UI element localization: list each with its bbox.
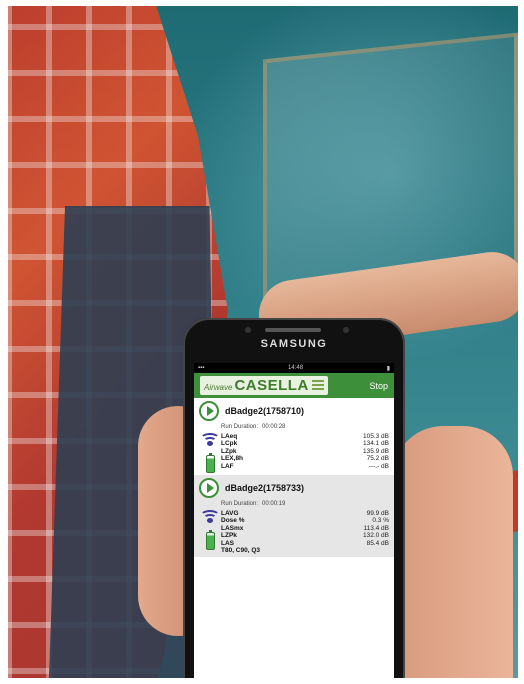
stop-button[interactable]: Stop [369,381,388,391]
metric-key: LAVG [221,510,239,517]
smartphone: SAMSUNG ▪▪▪ 14:48 ▮ Airwave CASELLA Stop [183,318,405,678]
device-card[interactable]: dBadge2(1758710) Run Duration: 00:00:28 L… [194,398,394,475]
metric-value: 0.3 % [372,517,389,525]
metric-list: LAeq 105.3 dB LCpk 134.1 dB LZpk 135.9 dB L… [221,433,389,473]
metric-row: LAeq 105.3 dB [221,433,389,440]
play-icon[interactable] [199,401,219,421]
run-duration-value: 00:00:28 [262,424,286,430]
wireless-signal-icon [200,510,220,528]
casella-logo: Airwave CASELLA [200,376,328,395]
right-hand [393,426,513,678]
device-name: dBadge2(1758733) [225,483,305,493]
metric-key: Dose % [221,517,245,525]
metric-row: Dose % 0.3 % [221,517,389,524]
run-duration: Run Duration: 00:00:28 [221,424,389,430]
status-bar: ▪▪▪ 14:48 ▮ [194,363,394,373]
battery-status-icon: ▮ [386,365,390,372]
metric-key: LEX,8h [221,455,244,463]
metric-row: LCpk 134.1 dB [221,440,389,447]
metric-list: LAVG 99.9 dB Dose % 0.3 % LASmx 113.4 dB LZ… [221,510,389,555]
run-duration-label: Run Duration: [221,501,259,507]
phone-screen: ▪▪▪ 14:48 ▮ Airwave CASELLA Stop dBadge2… [194,363,394,678]
metric-row: LAVG 99.9 dB [221,510,389,517]
metric-value: 132.0 dB [362,532,389,540]
metric-key: LCpk [221,440,238,448]
battery-icon [205,453,215,473]
metric-key: LASmx [221,524,244,532]
metric-key: LZpk [221,447,237,455]
metric-value: 99.9 dB [366,510,389,517]
metric-row: LAF ---.- dB [221,463,389,470]
run-duration-value: 00:00:19 [262,501,286,507]
sensor-icon [343,327,349,333]
metric-key: LZPk [221,532,237,540]
logo-bars-icon [311,380,324,390]
metric-key: LAeq [221,433,238,440]
metric-value: 134.1 dB [362,440,389,448]
run-duration-label: Run Duration: [221,424,259,430]
app-header: Airwave CASELLA Stop [194,373,394,398]
logo-name: CASELLA [234,377,309,394]
metric-value: 75.2 dB [366,455,389,463]
device-card[interactable]: dBadge2(1758733) Run Duration: 00:00:19 L… [194,475,394,557]
metric-value: 85.4 dB [366,539,389,547]
metric-key: LAF [221,462,234,470]
background-photo: SAMSUNG ▪▪▪ 14:48 ▮ Airwave CASELLA Stop [8,6,518,678]
wireless-signal-icon [200,433,220,451]
camera-icon [245,327,251,333]
metric-value: 105.3 dB [362,433,389,440]
metric-value: 113.4 dB [363,524,389,532]
metric-row: LASmx 113.4 dB [221,525,389,532]
metric-row: T80, C90, Q3 [221,547,389,554]
device-name: dBadge2(1758710) [225,406,305,416]
metric-key: LAS [221,539,234,547]
metric-value: ---.- dB [368,462,389,470]
metric-row: LZpk 135.9 dB [221,448,389,455]
run-duration: Run Duration: 00:00:19 [221,501,389,507]
signal-icon: ▪▪▪ [198,365,205,371]
phone-brand: SAMSUNG [260,338,328,350]
logo-prefix: Airwave [204,383,233,392]
metric-row: LEX,8h 75.2 dB [221,455,389,462]
status-time: 14:48 [288,365,304,371]
metric-value: 135.9 dB [362,447,389,455]
metric-row: LAS 85.4 dB [221,540,389,547]
play-icon[interactable] [199,478,219,498]
metric-key: T80, C90, Q3 [221,547,261,555]
phone-speaker [265,328,321,332]
metric-row: LZPk 132.0 dB [221,532,389,539]
battery-icon [205,530,215,550]
